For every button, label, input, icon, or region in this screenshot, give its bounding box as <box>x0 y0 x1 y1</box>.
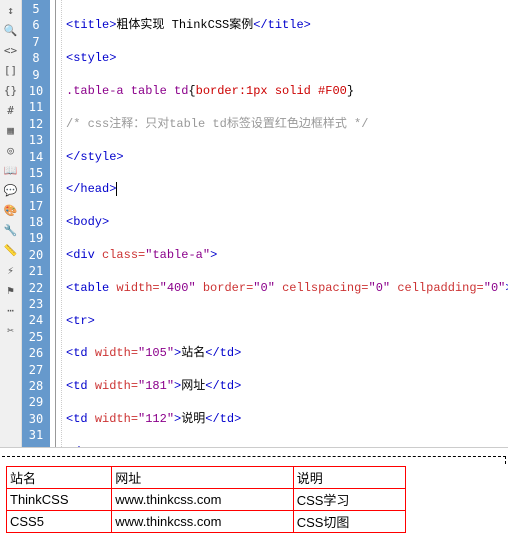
table-row: ThinkCSS www.thinkcss.com CSS学习 <box>7 489 406 511</box>
chat-icon[interactable]: 💬 <box>3 182 19 198</box>
bolt-icon[interactable]: ⚡ <box>3 262 19 278</box>
gutter: 5678910111213141516171819202122232425262… <box>22 0 62 447</box>
title-text: 粗体实现 ThinkCSS案例 <box>116 18 253 32</box>
preview-divider <box>2 456 506 464</box>
brace-curly-icon[interactable]: {} <box>3 82 19 98</box>
palette-icon[interactable]: 🎨 <box>3 202 19 218</box>
preview-table: 站名 网址 说明 ThinkCSS www.thinkcss.com CSS学习… <box>6 466 406 533</box>
grid-icon[interactable]: ▦ <box>3 122 19 138</box>
code-editor-pane: ↕ 🔍 <> [] {} # ▦ ◎ 📖 💬 🎨 🔧 📏 ⚡ ⚑ ⋯ ✂ 567… <box>0 0 508 448</box>
vertical-toolbar: ↕ 🔍 <> [] {} # ▦ ◎ 📖 💬 🎨 🔧 📏 ⚡ ⚑ ⋯ ✂ <box>0 0 22 447</box>
flag-icon[interactable]: ⚑ <box>3 282 19 298</box>
table-row: 站名 网址 说明 <box>7 467 406 489</box>
ruler-icon[interactable]: 📏 <box>3 242 19 258</box>
table-row: CSS5 www.thinkcss.com CSS切图 <box>7 511 406 533</box>
wrench-icon[interactable]: 🔧 <box>3 222 19 238</box>
header-cell: 网址 <box>112 467 293 489</box>
code-text-area[interactable]: <title>粗体实现 ThinkCSS案例</title> <style> .… <box>62 0 508 447</box>
hash-icon[interactable]: # <box>3 102 19 118</box>
magnify-icon[interactable]: 🔍 <box>3 22 19 38</box>
fold-gutter[interactable] <box>50 0 62 447</box>
scissors-icon[interactable]: ✂ <box>3 322 19 338</box>
data-cell: CSS学习 <box>293 489 405 511</box>
tag-icon[interactable]: <> <box>3 42 19 58</box>
ellipsis-icon[interactable]: ⋯ <box>3 302 19 318</box>
line-number-gutter[interactable]: 5678910111213141516171819202122232425262… <box>22 0 50 447</box>
book-icon[interactable]: 📖 <box>3 162 19 178</box>
data-cell: ThinkCSS <box>7 489 112 511</box>
css-rule: border:1px solid #F00 <box>196 84 347 98</box>
data-cell: CSS5 <box>7 511 112 533</box>
data-cell: CSS切图 <box>293 511 405 533</box>
arrow-icon[interactable]: ↕ <box>3 2 19 18</box>
data-cell: www.thinkcss.com <box>112 489 293 511</box>
brace-square-icon[interactable]: [] <box>3 62 19 78</box>
data-cell: www.thinkcss.com <box>112 511 293 533</box>
css-comment: /* css注释：只对table td标签设置红色边框样式 */ <box>66 117 368 131</box>
preview-pane: 站名 网址 说明 ThinkCSS www.thinkcss.com CSS学习… <box>0 448 508 539</box>
target-icon[interactable]: ◎ <box>3 142 19 158</box>
header-cell: 说明 <box>293 467 405 489</box>
css-selector: .table-a table td <box>66 84 188 98</box>
header-cell: 站名 <box>7 467 112 489</box>
